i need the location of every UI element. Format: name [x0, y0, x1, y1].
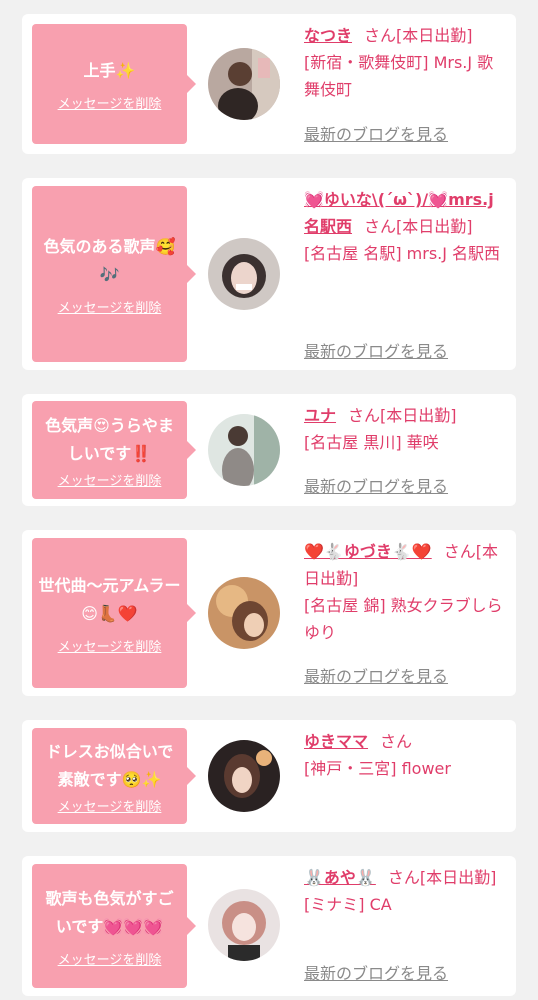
- view-blog-link[interactable]: 最新のブログを見る: [304, 663, 448, 687]
- profile-suffix: さん[本日出勤]: [387, 868, 497, 887]
- avatar[interactable]: [208, 238, 280, 310]
- profile-name-link[interactable]: 🐰あや🐰: [304, 868, 376, 887]
- message-text: 上手✨: [83, 60, 136, 80]
- avatar[interactable]: [208, 740, 280, 812]
- message-bubble: 色気のある歌声🥰🎶 メッセージを削除: [32, 186, 196, 362]
- profile-info: 🐰あや🐰 さん[本日出勤] [ミナミ] CA: [304, 864, 504, 918]
- profile-suffix: さん[本日出勤]: [364, 26, 473, 45]
- shop-name: [名古屋 錦] 熟女クラブしらゆり: [304, 596, 503, 642]
- avatar[interactable]: [208, 48, 280, 120]
- message-text: 色気のある歌声🥰🎶: [43, 236, 176, 284]
- avatar-photo: [208, 48, 280, 120]
- message-card: 世代曲〜元アムラー😊👢❤️ メッセージを削除 ❤️🐇ゆづき🐇❤️ さん[本日出勤]…: [22, 530, 516, 696]
- view-blog-link[interactable]: 最新のブログを見る: [304, 121, 448, 145]
- delete-message-link[interactable]: メッセージを削除: [58, 93, 162, 112]
- profile-name-link[interactable]: ユナ: [304, 406, 336, 425]
- message-card: 歌声も色気がすごいです💓💓💓 メッセージを削除 🐰あや🐰 さん[本日出勤] [ミナ…: [22, 856, 516, 996]
- avatar-photo: [208, 889, 280, 961]
- message-card: 色気声😍うらやましいです‼️ メッセージを削除 ユナ さん[本日出勤] [名古屋 …: [22, 394, 516, 506]
- avatar-photo: [208, 740, 280, 812]
- profile-info: ❤️🐇ゆづき🐇❤️ さん[本日出勤] [名古屋 錦] 熟女クラブしらゆり: [304, 538, 504, 646]
- profile-name-link[interactable]: なつき: [304, 26, 352, 45]
- message-bubble: 歌声も色気がすごいです💓💓💓 メッセージを削除: [32, 864, 196, 988]
- profile-suffix: さん[本日出勤]: [364, 217, 473, 236]
- avatar[interactable]: [208, 414, 280, 486]
- shop-name: [ミナミ] CA: [304, 895, 392, 914]
- delete-message-link[interactable]: メッセージを削除: [58, 297, 162, 316]
- profile-suffix: さん[本日出勤]: [348, 406, 457, 425]
- delete-message-link[interactable]: メッセージを削除: [58, 949, 162, 968]
- profile-suffix: さん: [380, 732, 413, 751]
- view-blog-link[interactable]: 最新のブログを見る: [304, 338, 448, 362]
- shop-name: [神戸・三宮] flower: [304, 759, 451, 778]
- message-text: 色気声😍うらやましいです‼️: [45, 415, 174, 463]
- message-list: 上手✨ メッセージを削除 なつき さん[本日出勤] [新宿・歌舞伎町] Mrs.J…: [0, 0, 538, 1000]
- message-text: 世代曲〜元アムラー😊👢❤️: [38, 575, 181, 623]
- message-text: 歌声も色気がすごいです💓💓💓: [45, 888, 174, 936]
- shop-name: [新宿・歌舞伎町] Mrs.J 歌舞伎町: [304, 53, 494, 99]
- delete-message-link[interactable]: メッセージを削除: [58, 796, 162, 815]
- profile-name-link[interactable]: ゆきママ: [304, 732, 368, 751]
- message-card: ドレスお似合いで素敵です🥺✨ メッセージを削除 ゆきママ さん [神戸・三宮] f…: [22, 720, 516, 832]
- profile-info: なつき さん[本日出勤] [新宿・歌舞伎町] Mrs.J 歌舞伎町: [304, 22, 504, 103]
- profile-info: ユナ さん[本日出勤] [名古屋 黒川] 華咲: [304, 402, 504, 456]
- view-blog-link[interactable]: 最新のブログを見る: [304, 473, 448, 497]
- delete-message-link[interactable]: メッセージを削除: [58, 636, 162, 655]
- profile-info: ゆきママ さん [神戸・三宮] flower: [304, 728, 504, 782]
- shop-name: [名古屋 名駅] mrs.J 名駅西: [304, 244, 501, 263]
- message-bubble: 上手✨ メッセージを削除: [32, 24, 196, 144]
- message-card: 色気のある歌声🥰🎶 メッセージを削除 💓ゆいな\(´ω`)/💓mrs.j名駅西さ…: [22, 178, 516, 370]
- message-bubble: ドレスお似合いで素敵です🥺✨ メッセージを削除: [32, 728, 196, 824]
- message-bubble: 世代曲〜元アムラー😊👢❤️ メッセージを削除: [32, 538, 196, 688]
- profile-name-link[interactable]: ❤️🐇ゆづき🐇❤️: [304, 542, 432, 561]
- profile-info: 💓ゆいな\(´ω`)/💓mrs.j名駅西 さん[本日出勤] [名古屋 名駅] mr…: [304, 186, 504, 267]
- avatar-photo: [208, 238, 280, 310]
- shop-name: [名古屋 黒川] 華咲: [304, 433, 439, 452]
- avatar-photo: [208, 414, 280, 486]
- message-card: 上手✨ メッセージを削除 なつき さん[本日出勤] [新宿・歌舞伎町] Mrs.J…: [22, 14, 516, 154]
- message-bubble: 色気声😍うらやましいです‼️ メッセージを削除: [32, 401, 196, 499]
- delete-message-link[interactable]: メッセージを削除: [58, 470, 162, 489]
- avatar[interactable]: [208, 577, 280, 649]
- view-blog-link[interactable]: 最新のブログを見る: [304, 960, 448, 984]
- avatar[interactable]: [208, 889, 280, 961]
- avatar-photo: [208, 577, 280, 649]
- message-text: ドレスお似合いで素敵です🥺✨: [45, 741, 174, 789]
